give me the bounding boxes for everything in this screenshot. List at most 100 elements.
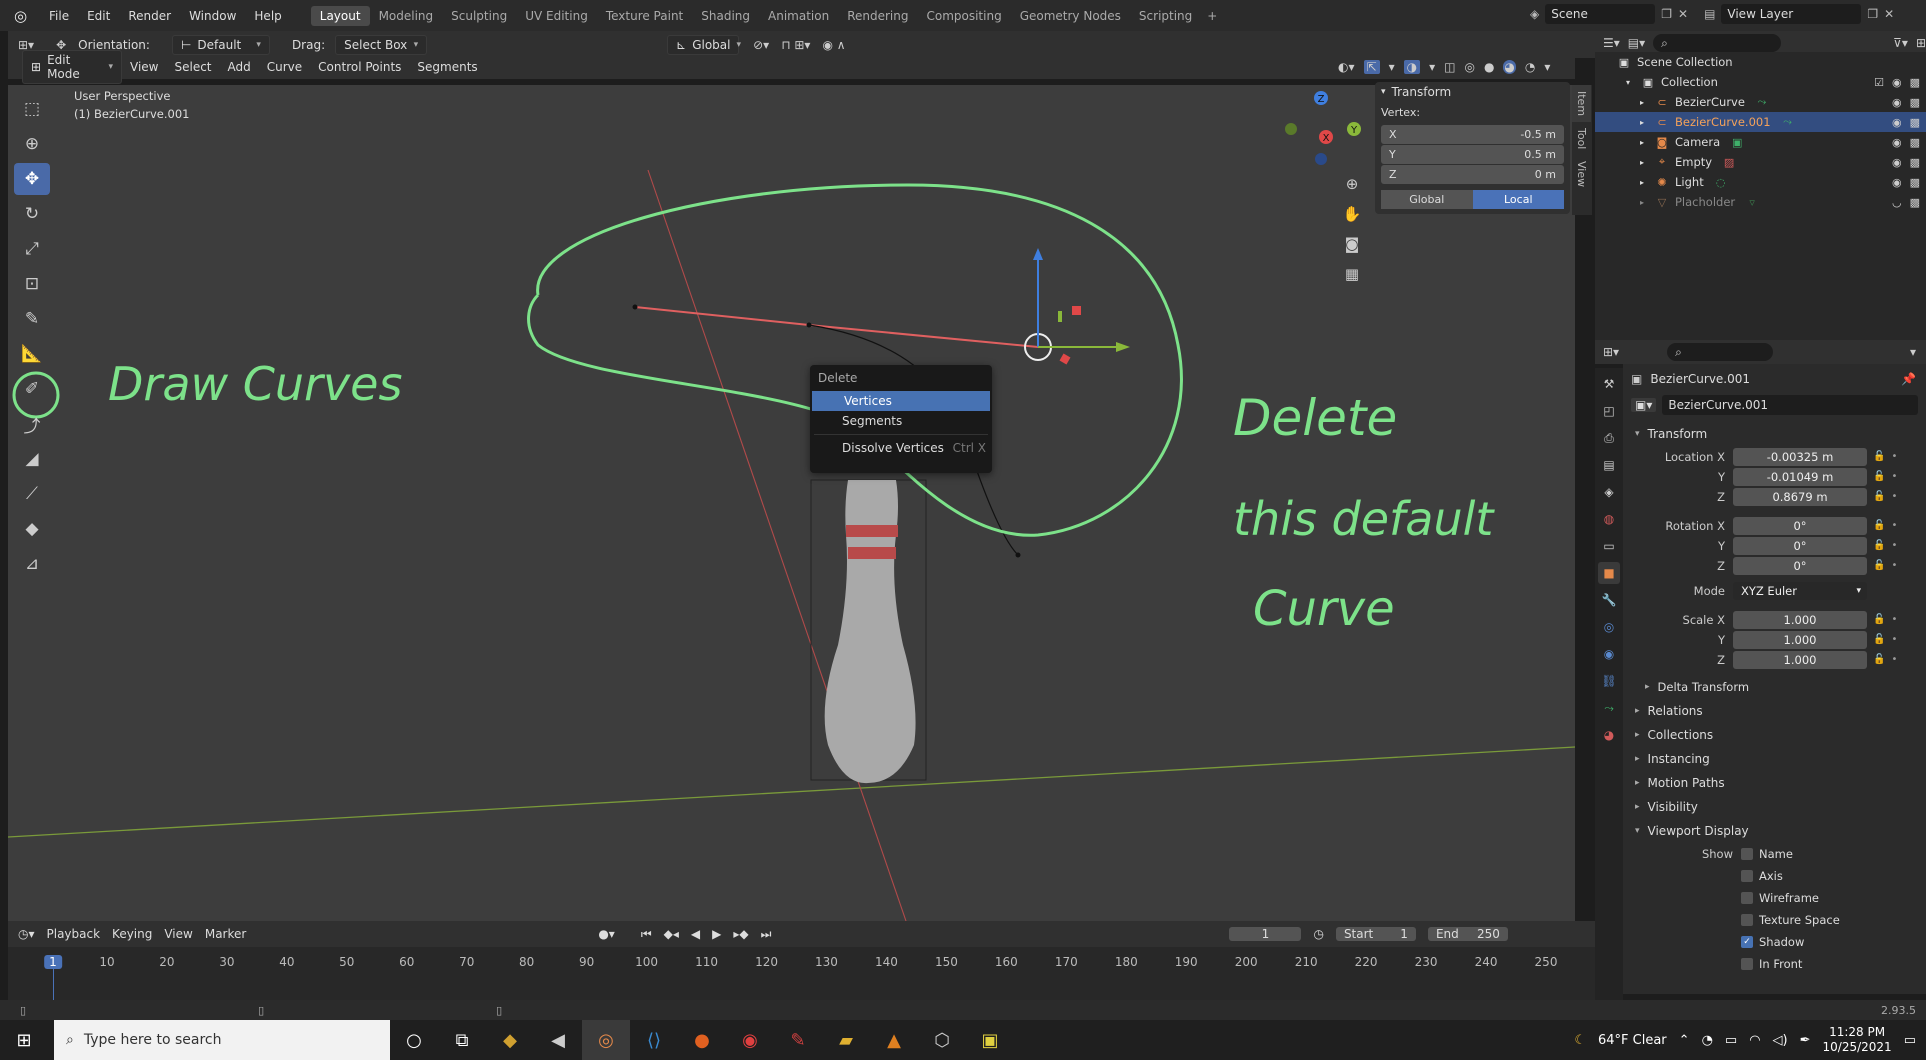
curve-data-tab-icon[interactable]: ⤳ (1598, 697, 1620, 719)
menu-keying[interactable]: Keying (112, 927, 152, 941)
gizmo-plane-handle[interactable] (1059, 353, 1071, 365)
orientation-dropdown[interactable]: ⊢ Default ▾ (171, 34, 270, 55)
shear-tool-icon[interactable]: ⊿ (14, 548, 50, 580)
tab-tool[interactable]: Tool (1572, 122, 1591, 155)
camera-view-icon[interactable]: ◙ (1338, 229, 1366, 259)
tab-layout[interactable]: Layout (310, 5, 370, 26)
close-icon[interactable]: ✕ (1678, 7, 1688, 21)
lock-icon[interactable]: 🔓 (1873, 634, 1885, 645)
camera-icon[interactable]: ▩ (1910, 136, 1920, 149)
3d-viewport[interactable]: Draw Curves Delete this default Curve Z … (8, 85, 1575, 921)
keyframe-dot-icon[interactable]: • (1891, 520, 1897, 531)
eye-icon[interactable]: ◉ (1892, 116, 1902, 129)
keyframe-dot-icon[interactable]: • (1891, 614, 1897, 625)
checkbox-in-front[interactable] (1741, 958, 1753, 970)
menu-segments[interactable]: Segments (409, 60, 485, 74)
drag-dropdown[interactable]: Select Box ▾ (335, 34, 428, 55)
hidden-icon[interactable]: ◡ (1892, 196, 1902, 209)
gizmo-plane-handle[interactable] (1058, 311, 1062, 322)
blender-logo-icon[interactable]: ◎ (14, 7, 32, 25)
tab-view[interactable]: View (1572, 155, 1591, 193)
lock-icon[interactable]: 🔓 (1873, 614, 1885, 625)
constraint-tab-icon[interactable]: ⛓ (1598, 670, 1620, 692)
keyframe-dot-icon[interactable]: • (1891, 491, 1897, 502)
menu-item-dissolve-vertices[interactable]: Dissolve Vertices Ctrl X (810, 438, 992, 458)
keyframe-dot-icon[interactable]: • (1891, 451, 1897, 462)
tab-texture-paint[interactable]: Texture Paint (597, 6, 692, 26)
scale-x-field[interactable]: 1.000 (1733, 610, 1867, 629)
tab-uv-editing[interactable]: UV Editing (516, 6, 597, 26)
gizmo-arrow-y[interactable] (1116, 342, 1130, 352)
lock-icon[interactable]: 🔓 (1873, 451, 1885, 462)
inkscape-app-icon[interactable]: ▣ (966, 1020, 1014, 1060)
keyframe-dot-icon[interactable]: • (1891, 540, 1897, 551)
outliner-item-camera[interactable]: ▸ ◙ Camera ▣ ◉ ▩ (1595, 132, 1926, 152)
measure-tool-icon[interactable]: 📐 (14, 338, 50, 370)
menu-item-segments[interactable]: Segments (810, 411, 992, 431)
collection-tab-icon[interactable]: ▭ (1598, 535, 1620, 557)
chrome-app-icon[interactable]: ◉ (726, 1020, 774, 1060)
collection-row[interactable]: ▾ ▣ Collection ☑ ◉ ▩ (1595, 72, 1926, 92)
keyframe-dot-icon[interactable]: • (1891, 654, 1897, 665)
lock-icon[interactable]: 🔓 (1873, 471, 1885, 482)
tab-animation[interactable]: Animation (759, 6, 838, 26)
vertex-x-field[interactable]: X -0.5 m (1381, 125, 1564, 144)
unity-app-icon[interactable]: ◀ (534, 1020, 582, 1060)
start-frame-field[interactable]: Start 1 (1335, 927, 1416, 941)
checkbox-wireframe[interactable] (1741, 892, 1753, 904)
tab-sculpting[interactable]: Sculpting (442, 6, 516, 26)
tool-tab-icon[interactable]: ⚒ (1598, 373, 1620, 395)
menu-marker[interactable]: Marker (205, 927, 246, 941)
scale-tool-icon[interactable]: ⤢ (14, 233, 50, 265)
nav-gizmo-neg-z[interactable] (1315, 153, 1327, 165)
scene-collection-row[interactable]: ▣ Scene Collection (1595, 52, 1926, 72)
menu-select[interactable]: Select (166, 60, 219, 74)
tab-compositing[interactable]: Compositing (917, 6, 1010, 26)
draw-curve-tool-icon[interactable]: ✐ (14, 373, 50, 405)
nav-gizmo-neg-y[interactable] (1285, 123, 1297, 135)
collapse-icon[interactable]: ▾ (1381, 87, 1386, 97)
pivot-icon[interactable]: ⊘▾ (753, 38, 769, 52)
menu-help[interactable]: Help (245, 9, 290, 23)
data-browse-icon[interactable]: ▣▾ (1631, 398, 1657, 412)
location-z-field[interactable]: 0.8679 m (1733, 487, 1867, 506)
delta-transform-section[interactable]: ▸ Delta Transform (1623, 675, 1926, 699)
filter-icon[interactable]: ⊽▾ (1893, 36, 1908, 50)
outliner-item-placholder[interactable]: ▸ ▽ Placholder ▿ ◡ ▩ (1595, 192, 1926, 212)
location-x-field[interactable]: -0.00325 m (1733, 447, 1867, 466)
mode-dropdown[interactable]: ⊞ Edit Mode ▾ (22, 50, 122, 84)
transform-orientation-dropdown[interactable]: ⊾ Global ▾ (667, 34, 741, 55)
menu-file[interactable]: File (40, 9, 78, 23)
properties-search-input[interactable]: ⌕ (1667, 343, 1774, 361)
rendered-shading-icon[interactable]: ◔ (1525, 60, 1535, 74)
camera-icon[interactable]: ▩ (1910, 96, 1920, 109)
checkbox-icon[interactable]: ☑ (1874, 76, 1884, 89)
chevron-down-icon[interactable]: ▾ (1544, 60, 1550, 74)
select-tool-icon[interactable]: ⬚ (14, 93, 50, 125)
overlay-icon[interactable]: ◑ (1403, 60, 1421, 74)
gizmo-icon[interactable]: ⇱ (1363, 60, 1380, 74)
properties-editor-icon[interactable]: ⊞▾ (1603, 345, 1619, 359)
proportional-edit-icon[interactable]: ◉ ∧ (822, 38, 845, 52)
checkbox-axis[interactable] (1741, 870, 1753, 882)
scene-selector[interactable]: Scene (1545, 4, 1656, 24)
wifi-icon[interactable]: ◠ (1749, 1033, 1760, 1048)
object-tab-icon[interactable]: ■ (1598, 562, 1620, 584)
file-explorer-icon[interactable]: ▰ (822, 1020, 870, 1060)
zoom-icon[interactable]: ⊕ (1338, 169, 1366, 199)
git-app-icon[interactable]: ◆ (486, 1020, 534, 1060)
chevron-down-icon[interactable]: ▾ (1910, 345, 1916, 359)
paint-app-icon[interactable]: ✎ (774, 1020, 822, 1060)
chevron-up-icon[interactable]: ⌃ (1679, 1033, 1690, 1048)
menu-playback[interactable]: Playback (47, 927, 101, 941)
timeline-editor-icon[interactable]: ◷▾ (18, 927, 35, 941)
jump-start-icon[interactable]: ⏮ (641, 927, 652, 942)
output-tab-icon[interactable]: ⎙ (1598, 427, 1620, 449)
particles-tab-icon[interactable]: ◎ (1598, 616, 1620, 638)
wireframe-shading-icon[interactable]: ◎ (1464, 60, 1474, 74)
clock-date[interactable]: 10/25/2021 (1823, 1040, 1892, 1055)
scale-z-field[interactable]: 1.000 (1733, 650, 1867, 669)
visibility-icon[interactable]: ◐▾ (1338, 60, 1355, 74)
scene-tab-icon[interactable]: ◈ (1598, 481, 1620, 503)
prev-keyframe-icon[interactable]: ◆◂ (664, 927, 679, 941)
